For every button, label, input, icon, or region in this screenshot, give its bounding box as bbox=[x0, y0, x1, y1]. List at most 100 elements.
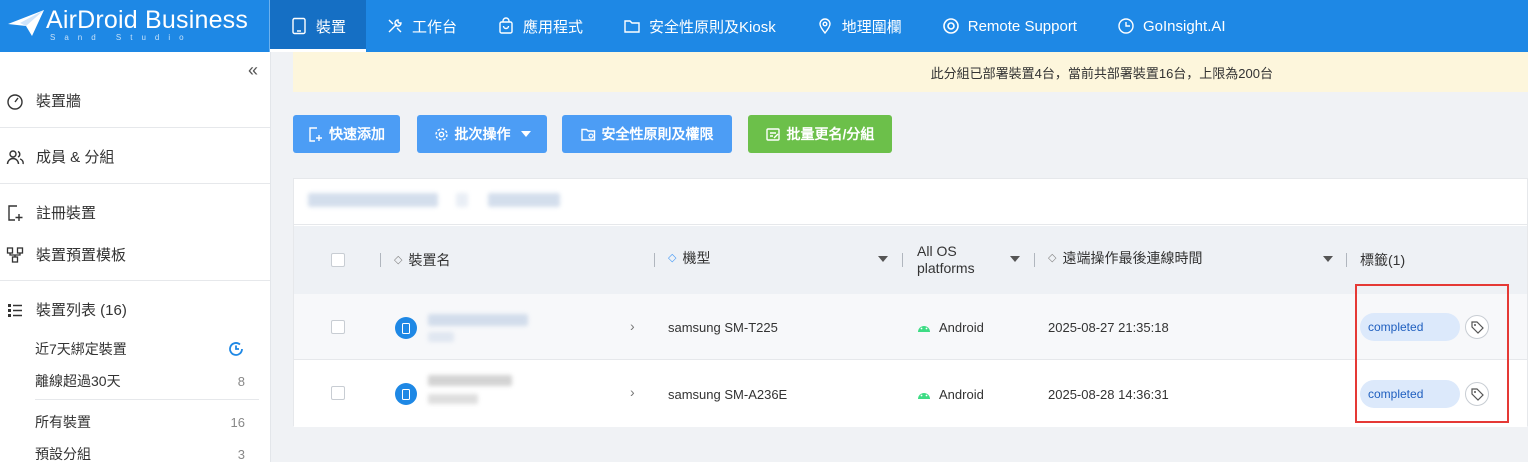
os-filter-dropdown-icon[interactable] bbox=[1010, 256, 1020, 262]
subitem-label: 近7天綁定裝置 bbox=[35, 341, 127, 357]
column-label: 標籤(1) bbox=[1360, 252, 1406, 268]
sidebar-subitem-default-group[interactable]: 預設分組 3 bbox=[35, 444, 245, 462]
column-separator bbox=[380, 253, 381, 267]
subitem-count: 16 bbox=[230, 414, 245, 430]
column-label: 機型 bbox=[682, 250, 711, 266]
sort-icon: ◇ bbox=[1048, 251, 1057, 264]
nav-apps[interactable]: 應用程式 bbox=[477, 0, 603, 52]
sidebar-item-device-wall[interactable]: 裝置牆 bbox=[0, 90, 270, 111]
blurred-device-name bbox=[428, 375, 512, 386]
chevron-right-icon[interactable]: › bbox=[630, 318, 635, 334]
subitem-label: 離線超過30天 bbox=[35, 373, 121, 389]
column-separator bbox=[1346, 253, 1347, 267]
select-all-checkbox[interactable] bbox=[331, 253, 345, 267]
nav-remote-support[interactable]: Remote Support bbox=[922, 0, 1097, 52]
column-header-device-name[interactable]: ◇ 裝置名 bbox=[394, 226, 450, 294]
subitem-count: 3 bbox=[237, 446, 245, 462]
android-device-icon bbox=[395, 317, 417, 339]
table-header: ◇ 裝置名 ◇ 機型 All OS platforms ◇ 遠端操作最後連線時間… bbox=[294, 226, 1527, 294]
batch-rename-group-button[interactable]: 批量更名/分組 bbox=[748, 115, 892, 153]
os-cell: Android bbox=[917, 294, 984, 360]
sidebar-item-members-groups[interactable]: 成員 & 分組 bbox=[0, 146, 270, 167]
register-device-icon bbox=[8, 204, 23, 221]
column-header-os[interactable]: All OS platforms bbox=[917, 226, 992, 294]
column-label: 遠端操作最後連線時間 bbox=[1062, 250, 1203, 266]
collapse-sidebar-icon[interactable]: « bbox=[248, 60, 258, 81]
os-label: Android bbox=[939, 386, 984, 402]
sidebar-item-device-template[interactable]: 裝置預置模板 bbox=[0, 244, 270, 265]
notice-text: 此分組已部署裝置4台，當前共部署裝置16台，上限為200台 bbox=[930, 65, 1273, 81]
tablet-icon bbox=[292, 17, 306, 35]
last-online-filter-dropdown-icon[interactable] bbox=[1323, 256, 1333, 262]
nav-label: 裝置 bbox=[316, 18, 347, 36]
nav-workbench[interactable]: 工作台 bbox=[366, 0, 477, 52]
sidebar-item-device-list[interactable]: 裝置列表 (16) bbox=[0, 299, 270, 320]
model-cell: samsung SM-A236E bbox=[668, 386, 788, 402]
device-table-panel: ◇ 裝置名 ◇ 機型 All OS platforms ◇ 遠端操作最後連線時間… bbox=[293, 178, 1528, 427]
nav-label: 地理圍欄 bbox=[841, 18, 902, 36]
nav-label: 安全性原則及Kiosk bbox=[649, 18, 776, 36]
shopping-bag-icon bbox=[499, 17, 513, 34]
divider bbox=[0, 183, 270, 184]
table-row[interactable]: › samsung SM-T225 Android 2025-08-27 21:… bbox=[294, 294, 1527, 360]
edit-icon bbox=[765, 127, 780, 141]
dashboard-icon bbox=[7, 93, 23, 110]
top-navigation-bar: AirDroid Business Sand Studio 裝置 工作台 應用程… bbox=[0, 0, 1528, 52]
lifebuoy-icon bbox=[942, 18, 959, 34]
security-policy-button[interactable]: 安全性原則及權限 bbox=[562, 115, 732, 153]
divider bbox=[35, 399, 259, 400]
sidebar-subitem-all-devices[interactable]: 所有裝置 16 bbox=[35, 412, 245, 432]
brand-name: AirDroid Business bbox=[46, 6, 249, 34]
column-separator bbox=[902, 253, 903, 267]
nav-goinsight[interactable]: GoInsight.AI bbox=[1097, 0, 1246, 52]
nav-policy-kiosk[interactable]: 安全性原則及Kiosk bbox=[603, 0, 796, 52]
column-label: All OS platforms bbox=[917, 243, 975, 276]
nav-label: Remote Support bbox=[967, 17, 1077, 35]
blurred-device-name bbox=[428, 314, 528, 326]
main-nav: 裝置 工作台 應用程式 安全性原則及Kiosk 地理圍欄 Remote Supp… bbox=[270, 0, 1246, 52]
highlight-box bbox=[1355, 284, 1509, 423]
android-device-icon bbox=[395, 383, 417, 405]
batch-operation-button[interactable]: 批次操作 bbox=[417, 115, 547, 153]
chevron-right-icon[interactable]: › bbox=[630, 384, 635, 400]
button-label: 批次操作 bbox=[454, 126, 511, 142]
users-icon bbox=[6, 149, 24, 164]
quick-add-button[interactable]: 快速添加 bbox=[293, 115, 400, 153]
column-header-model[interactable]: ◇ 機型 bbox=[668, 224, 710, 292]
sidebar-item-register-device[interactable]: 註冊裝置 bbox=[0, 202, 270, 223]
row-checkbox[interactable] bbox=[331, 320, 345, 334]
gear-icon bbox=[434, 127, 448, 141]
add-device-icon bbox=[309, 126, 322, 142]
row-checkbox[interactable] bbox=[331, 386, 345, 400]
template-icon bbox=[6, 246, 24, 263]
sidebar-subitem-recent-bound[interactable]: 近7天綁定裝置 bbox=[35, 339, 245, 359]
column-separator bbox=[654, 253, 655, 267]
os-label: Android bbox=[939, 319, 984, 335]
subitem-label: 所有裝置 bbox=[35, 414, 91, 430]
model-filter-dropdown-icon[interactable] bbox=[878, 256, 888, 262]
history-clock-icon bbox=[229, 342, 243, 356]
sidebar-item-label: 裝置牆 bbox=[36, 93, 82, 110]
folder-icon bbox=[624, 20, 640, 33]
column-header-last-online[interactable]: ◇ 遠端操作最後連線時間 bbox=[1048, 224, 1202, 292]
nav-label: 應用程式 bbox=[523, 18, 584, 36]
column-label: 裝置名 bbox=[408, 252, 451, 268]
subitem-count: 8 bbox=[237, 373, 245, 389]
nav-devices[interactable]: 裝置 bbox=[270, 0, 367, 52]
map-pin-icon bbox=[819, 18, 831, 35]
sidebar-item-label: 裝置列表 (16) bbox=[36, 302, 127, 319]
button-label: 批量更名/分組 bbox=[786, 126, 875, 142]
table-row[interactable]: › samsung SM-A236E Android 2025-08-28 14… bbox=[294, 361, 1527, 427]
divider bbox=[0, 280, 270, 281]
brand-logo[interactable]: AirDroid Business Sand Studio bbox=[0, 0, 270, 52]
blurred-breadcrumb bbox=[308, 193, 438, 207]
blurred-breadcrumb bbox=[488, 193, 560, 207]
last-online-cell: 2025-08-28 14:36:31 bbox=[1048, 386, 1169, 402]
sidebar-subitem-offline-30[interactable]: 離線超過30天 8 bbox=[35, 371, 245, 391]
nav-geofence[interactable]: 地理圍欄 bbox=[796, 0, 922, 52]
subitem-label: 預設分組 bbox=[35, 446, 91, 462]
list-icon bbox=[8, 303, 22, 317]
sidebar-item-label: 成員 & 分組 bbox=[36, 149, 115, 166]
blurred-device-detail bbox=[428, 332, 454, 342]
button-label: 快速添加 bbox=[329, 126, 385, 142]
